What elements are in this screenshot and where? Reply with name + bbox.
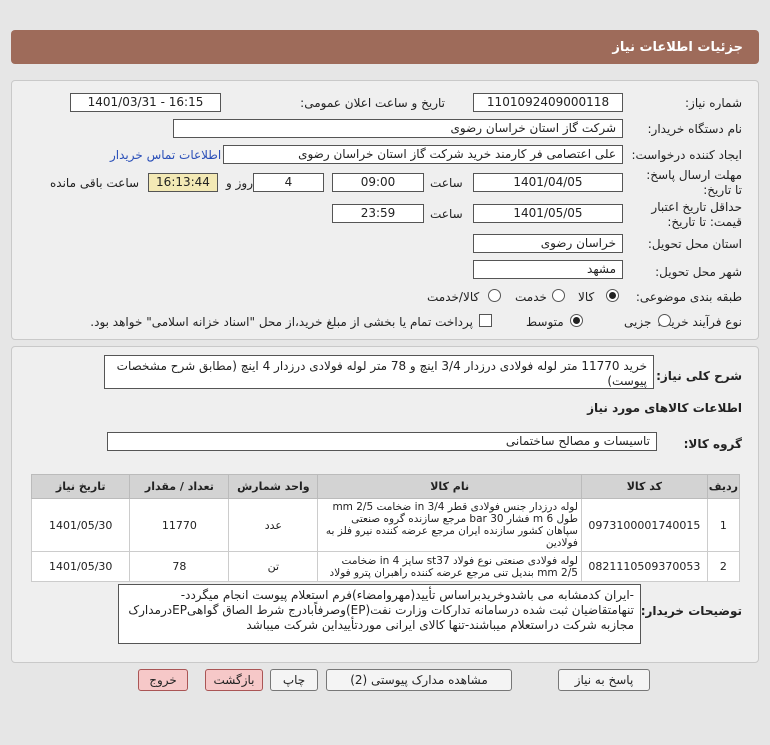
goods-group-field: تاسیسات و مصالح ساختمانی: [107, 432, 657, 451]
creator-label: ایجاد کننده درخواست:: [631, 148, 742, 162]
need-number-field: 1101092409000118: [473, 93, 623, 112]
item-unit: عدد: [228, 498, 319, 552]
page: جزئیات اطلاعات نیاز شماره نیاز: 11010924…: [0, 0, 770, 745]
exit-button[interactable]: خروج: [138, 669, 188, 691]
remaining-label: ساعت باقی مانده: [50, 176, 140, 190]
col-name: نام کالا: [317, 474, 582, 499]
days-label: روز و: [226, 176, 253, 190]
category-goods-label: کالا: [578, 290, 595, 304]
validity-date-field: 1401/05/05: [473, 204, 623, 223]
reply-button[interactable]: پاسخ به نیاز: [558, 669, 650, 691]
province-label: استان محل تحویل:: [647, 237, 742, 251]
item-unit: تن: [228, 551, 319, 582]
province-field: خراسان رضوی: [473, 234, 623, 253]
category-goods-service-label: کالا/خدمت: [427, 290, 480, 304]
process-medium-label: متوسط: [526, 315, 564, 329]
description-field: خرید 11770 متر لوله فولادی درزدار 3/4 ای…: [104, 355, 654, 389]
item-code: 0973100001740015: [580, 498, 708, 552]
process-medium-radio[interactable]: [570, 314, 583, 327]
deadline-label: مهلت ارسال پاسخ: تا تاریخ:: [646, 168, 742, 197]
category-goods-service-radio[interactable]: [488, 289, 501, 302]
process-minor-radio[interactable]: [658, 314, 671, 327]
view-attachments-button[interactable]: مشاهده مدارک پیوستی (2): [326, 669, 512, 691]
buyer-org-field: شرکت گاز استان خراسان رضوی: [173, 119, 623, 138]
city-field: مشهد: [473, 260, 623, 279]
deadline-time-field: 09:00: [332, 173, 424, 192]
col-date: تاریخ نیاز: [30, 474, 131, 499]
process-minor-label: جزیی: [624, 315, 652, 329]
col-code: کد کالا: [580, 474, 708, 499]
payment-note: پرداخت تمام یا بخشی از مبلغ خرید،از محل …: [90, 315, 473, 329]
item-code: 0821110509370053: [580, 551, 708, 582]
item-qty: 11770: [129, 498, 230, 552]
page-title: جزئیات اطلاعات نیاز: [612, 40, 743, 55]
row-number: 1: [706, 498, 741, 552]
buyer-org-label: نام دستگاه خریدار:: [647, 122, 743, 136]
col-qty: تعداد / مقدار: [129, 474, 230, 499]
deadline-date-field: 1401/04/05: [473, 173, 623, 192]
validity-label: حداقل تاریخ اعتبار قیمت: تا تاریخ:: [651, 200, 742, 229]
goods-table: ردیف کد کالا نام کالا واحد شمارش تعداد /…: [30, 474, 741, 582]
creator-field: علی اعتصامی فر کارمند خرید شرکت گاز استا…: [223, 145, 623, 164]
table-row: 1 0973100001740015 لوله درزدار جنس فولاد…: [30, 498, 741, 552]
need-number-label: شماره نیاز:: [685, 96, 742, 110]
buyer-notes-label: توضیحات خریدار:: [640, 604, 742, 618]
buyer-notes-field: -ایران کدمشابه می باشدوخریدبراساس تأیید(…: [118, 584, 641, 644]
city-label: شهر محل تحویل:: [655, 265, 742, 279]
goods-group-label: گروه کالا:: [683, 437, 742, 451]
item-date: 1401/05/30: [30, 498, 131, 552]
contact-buyer-link[interactable]: اطلاعات تماس خریدار: [110, 148, 221, 162]
category-label: طبقه بندی موضوعی:: [635, 290, 742, 304]
item-name: لوله فولادی صنعتی نوع فولاد st37 سایز 4 …: [317, 551, 582, 582]
col-row: ردیف: [706, 474, 741, 499]
item-name: لوله درزدار جنس فولادی قطر 3/4 in ضخامت …: [317, 498, 582, 552]
goods-table-header: ردیف کد کالا نام کالا واحد شمارش تعداد /…: [30, 474, 741, 499]
category-service-label: خدمت: [515, 290, 547, 304]
validity-time-label: ساعت: [430, 207, 463, 221]
item-qty: 78: [129, 551, 230, 582]
announce-field: 1401/03/31 - 16:15: [70, 93, 221, 112]
treasury-payment-checkbox[interactable]: [479, 314, 492, 327]
category-service-radio[interactable]: [552, 289, 565, 302]
validity-time-field: 23:59: [332, 204, 424, 223]
table-row: 2 0821110509370053 لوله فولادی صنعتی نوع…: [30, 551, 741, 582]
announce-label: تاریخ و ساعت اعلان عمومی:: [300, 96, 445, 110]
days-field: 4: [253, 173, 324, 192]
print-button[interactable]: چاپ: [270, 669, 318, 691]
back-button[interactable]: بازگشت: [205, 669, 263, 691]
page-header: جزئیات اطلاعات نیاز: [11, 30, 759, 64]
remaining-time-field: 16:13:44: [148, 173, 218, 192]
description-label: شرح کلی نیاز:: [656, 369, 742, 383]
deadline-time-label: ساعت: [430, 176, 463, 190]
col-unit: واحد شمارش: [228, 474, 319, 499]
goods-section-title: اطلاعات کالاهای مورد نیاز: [587, 401, 742, 415]
item-date: 1401/05/30: [30, 551, 131, 582]
row-number: 2: [706, 551, 741, 582]
category-goods-radio[interactable]: [606, 289, 619, 302]
